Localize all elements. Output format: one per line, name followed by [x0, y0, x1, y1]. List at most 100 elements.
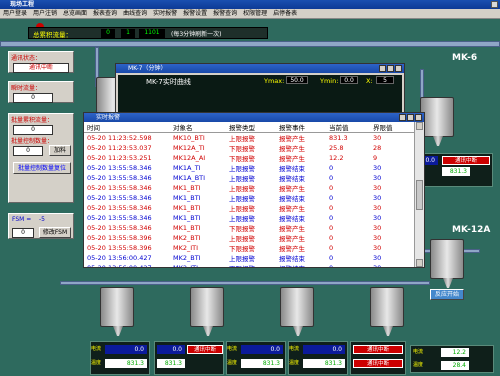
scroll-thumb[interactable] — [416, 180, 423, 210]
gauge-bottom-5: 通讯中断 通讯中断 — [350, 341, 406, 375]
comm-status-label: 通讯状态： — [11, 55, 42, 62]
modify-fsm-button[interactable]: 修改FSM — [39, 227, 71, 238]
table-row[interactable]: 05-20 13:56:00.427 MK2_BTI 上限报警 报警结束 0 30 — [84, 253, 414, 263]
menu-overview[interactable]: 总览画面 — [60, 9, 90, 19]
menu-realtime-alarm[interactable]: 实时报警 — [150, 9, 180, 19]
table-cell-cur: 0 — [329, 214, 334, 222]
fsm-input[interactable]: 0 — [12, 228, 34, 238]
table-cell-obj: MK1_BTI — [173, 204, 201, 212]
batch-ctrl-input[interactable]: 0 — [13, 146, 43, 156]
curve-window-title: MK-7（分钟） — [128, 65, 167, 72]
table-cell-event: 报警产生 — [279, 145, 305, 153]
batch-ctrl-label: 批量控制数量： — [11, 138, 54, 145]
table-cell-time: 05-20 11:23:53.251 — [87, 154, 152, 162]
close-icon[interactable] — [491, 1, 498, 8]
minimize-icon[interactable] — [379, 65, 386, 72]
table-cell-type: 上限报警 — [229, 235, 255, 243]
table-row[interactable]: 05-20 11:23:52.598 MK10_BTI 上限报警 报警产生 831.3 3… — [84, 133, 414, 143]
curve-window-titlebar: MK-7（分钟） — [116, 64, 404, 73]
table-cell-lim: 30 — [373, 164, 382, 172]
ymax-label: Ymax: — [264, 77, 285, 85]
table-row[interactable]: 05-20 13:56:00.427MK2_ITI下限报警报警结束030 — [84, 263, 414, 267]
table-cell-event: 报警产生 — [279, 245, 305, 253]
reset-batch-button[interactable]: 批量控制数量复位 — [13, 162, 71, 174]
tank-mk12a[interactable] — [430, 239, 464, 279]
gauge-mk12a: 电流 12.2 温度 28.4 — [410, 345, 494, 373]
table-row[interactable]: 05-20 11:23:53.037 MK12A_TI 下限报警 报警产生 25.8 28 — [84, 143, 414, 153]
gauge-value: 831.3 — [105, 359, 147, 368]
close-icon[interactable] — [415, 114, 422, 121]
tank[interactable] — [190, 287, 224, 327]
table-cell-lim: 30 — [373, 194, 382, 202]
table-row[interactable]: 05-20 13:55:58.346 MK1_BTI 上限报警 报警结束 0 30 — [84, 213, 414, 223]
x-value[interactable]: 5 — [376, 76, 394, 84]
gauge-value: 12.2 — [441, 348, 469, 357]
col-type[interactable]: 报警类型 — [226, 122, 276, 133]
maximize-icon[interactable] — [407, 114, 414, 121]
table-row[interactable]: 05-20 13:55:58.346 MK1_BTI 上限报警 报警产生 0 30 — [84, 203, 414, 213]
app-titlebar: 现场工程 — [0, 0, 500, 9]
table-row[interactable]: 05-20 13:55:58.346 MK1_BTI 下限报警 报警产生 0 30 — [84, 223, 414, 233]
col-limit[interactable]: 界限值 — [370, 122, 414, 133]
table-cell-time: 05-20 13:55:58.346 — [87, 194, 152, 202]
tank-mk6[interactable] — [420, 97, 454, 137]
alarm-scrollbar[interactable] — [414, 122, 424, 267]
col-current[interactable]: 当前值 — [326, 122, 370, 133]
close-icon[interactable] — [395, 65, 402, 72]
table-cell-obj: MK2_ITI — [173, 244, 199, 252]
ymax-value[interactable]: 50.0 — [286, 76, 308, 84]
table-row[interactable]: 05-20 13:55:58.396 MK2_ITI 下限报警 报警产生 0 30 — [84, 243, 414, 253]
table-cell-lim: 30 — [373, 244, 382, 252]
comm-status-panel: 通讯状态： 通讯中断 — [8, 51, 74, 73]
tank[interactable] — [370, 287, 404, 327]
gauge-value: 0.0 — [303, 345, 345, 354]
col-time[interactable]: 时间 — [84, 122, 170, 133]
menu-alarm-setting[interactable]: 报警设置 — [180, 9, 210, 19]
minimize-icon[interactable] — [399, 114, 406, 121]
gauge-value: 0.0 — [157, 345, 185, 354]
table-cell-event: 报警产生 — [279, 185, 305, 193]
table-row[interactable]: 05-20 13:55:58.346 MK1_BTI 上限报警 报警结束 0 30 — [84, 193, 414, 203]
scroll-up-icon[interactable] — [416, 122, 423, 130]
table-cell-cur: 0 — [329, 164, 334, 172]
col-event[interactable]: 报警事件 — [276, 122, 326, 133]
table-row[interactable]: 05-20 13:55:58.346 MK1A_BTI 上限报警 报警结束 0 30 — [84, 173, 414, 183]
table-row[interactable]: 05-20 13:55:58.396 MK2_BTI 上限报警 报警产生 0 30 — [84, 233, 414, 243]
menu-alarm-query[interactable]: 报警查询 — [210, 9, 240, 19]
add-material-button[interactable]: 加料 — [49, 145, 71, 156]
reaction-start-button[interactable]: 反应开始 — [430, 289, 464, 300]
maximize-icon[interactable] — [387, 65, 394, 72]
menu-login[interactable]: 用户登录 — [0, 9, 30, 19]
menu-bar: 用户登录 用户注销 总览画面 报表查询 曲线查询 实时报警 报警设置 报警查询 权限管理 启停备表 — [0, 9, 500, 19]
gauge-label: 温度 — [91, 360, 102, 366]
table-cell-lim: 30 — [373, 204, 382, 212]
tank[interactable] — [100, 287, 134, 327]
menu-curve[interactable]: 曲线查询 — [120, 9, 150, 19]
table-row[interactable]: 05-20 13:55:58.346 MK1A_TI 上限报警 报警结束 0 30 — [84, 163, 414, 173]
ymin-value[interactable]: 0.0 — [340, 76, 358, 84]
comm-status-value: 通讯中断 — [13, 63, 69, 73]
table-cell-lim: 30 — [370, 263, 414, 267]
table-cell-time: 05-20 13:55:58.346 — [87, 164, 152, 172]
table-row[interactable]: 05-20 11:23:53.251 MK12A_AI 下限报警 报警产生 12.2 9 — [84, 153, 414, 163]
tank[interactable] — [280, 287, 314, 327]
menu-report[interactable]: 报表查询 — [90, 9, 120, 19]
table-cell-obj: MK1_BTI — [173, 214, 201, 222]
menu-start-stop[interactable]: 启停备表 — [270, 9, 300, 19]
col-object[interactable]: 对象名 — [170, 122, 226, 133]
batch-flow-value: 0 — [13, 125, 53, 135]
table-row[interactable]: 05-20 13:55:58.346 MK1_BTI 上限报警 报警产生 0 30 — [84, 183, 414, 193]
table-cell-cur: 0 — [329, 224, 334, 232]
menu-permission[interactable]: 权限管理 — [240, 9, 270, 19]
menu-logout[interactable]: 用户注销 — [30, 9, 60, 19]
gauge-label: 电流 — [413, 349, 424, 355]
table-cell-time: 05-20 13:55:58.346 — [87, 174, 152, 182]
table-cell-cur: 0 — [329, 234, 334, 242]
total-flow-label: 总累积流量： — [33, 31, 72, 39]
pipe-horizontal — [60, 281, 430, 285]
scroll-down-icon[interactable] — [416, 259, 423, 267]
alarm-window: 实时报警 时间 对象名 报警类型 报警事件 当前值 界限值 05-20 11:2… — [83, 112, 425, 268]
table-cell-cur: 0 — [329, 254, 334, 262]
pipe-vertical — [420, 69, 424, 99]
table-cell-type: 上限报警 — [229, 195, 255, 203]
